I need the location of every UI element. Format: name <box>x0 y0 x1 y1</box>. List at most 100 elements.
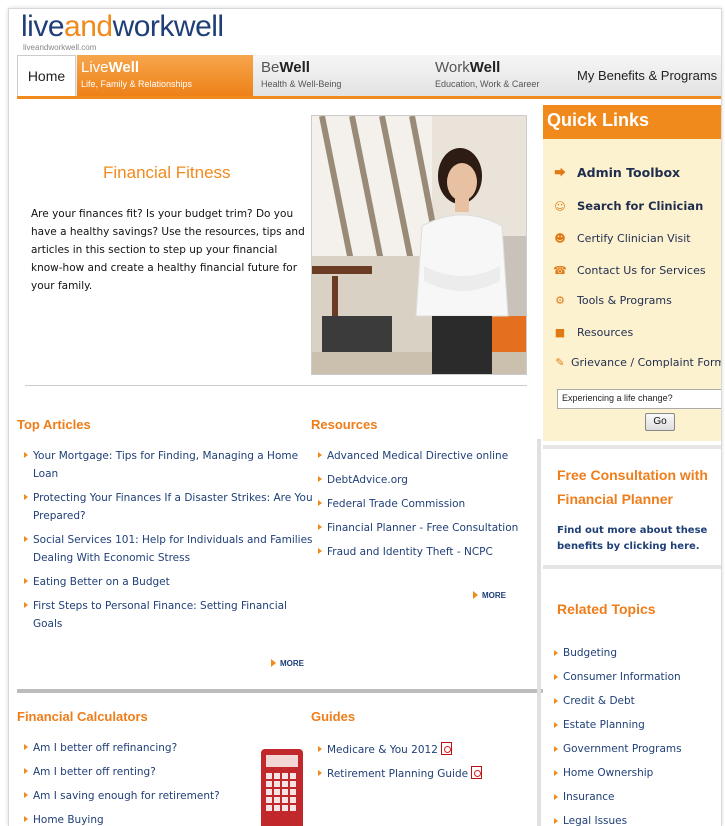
main-nav: Home LiveWell Life, Family & Relationshi… <box>17 55 721 99</box>
nav-tab-workwell[interactable]: WorkWell Education, Work & Career <box>431 55 571 96</box>
logo-part-workwell: workwell <box>112 10 225 43</box>
nav-livewell-title: LiveWell <box>81 59 253 77</box>
resources-list: Advanced Medical Directive online DebtAd… <box>317 447 543 561</box>
divider <box>311 385 527 386</box>
quick-link-certify-visit[interactable]: ☻ Certify Clinician Visit <box>551 229 691 247</box>
life-change-input[interactable]: Experiencing a life change? <box>557 389 721 409</box>
divider <box>25 385 311 386</box>
logo-part-live: live <box>21 10 65 43</box>
related-topics-list: Budgeting Consumer Information Credit & … <box>553 641 682 826</box>
folder-icon: ■ <box>554 325 566 339</box>
quick-link-admin-toolbox[interactable]: ⮕ Admin Toolbox <box>551 163 681 181</box>
guide-link-retirement[interactable]: Retirement Planning Guide <box>327 768 468 780</box>
quick-link-label: Admin Toolbox <box>577 164 681 180</box>
quick-link-label: Resources <box>577 325 634 339</box>
nav-tab-bewell[interactable]: BeWell Health & Well-Being <box>257 55 425 96</box>
list-item[interactable]: DebtAdvice.org <box>317 471 543 489</box>
nav-workwell-light: Work <box>435 59 470 76</box>
nav-bewell-light: Be <box>261 59 280 76</box>
nav-livewell-sub: Life, Family & Relationships <box>81 79 193 89</box>
nav-livewell-bold: Well <box>108 59 140 76</box>
list-item[interactable]: Government Programs <box>553 737 682 761</box>
calculators-list: Am I better off refinancing? Am I better… <box>23 739 253 826</box>
quick-link-resources[interactable]: ■ Resources <box>551 323 633 341</box>
list-item[interactable]: Home Buying <box>23 811 253 826</box>
guides-list: Medicare & You 2012 Retirement Planning … <box>317 741 537 783</box>
hero-text: Are your finances fit? Is your budget tr… <box>31 208 305 292</box>
list-item[interactable]: Social Services 101: Help for Individual… <box>23 531 317 567</box>
key-icon: ⮕ <box>554 166 566 179</box>
quick-link-label: Certify Clinician Visit <box>577 231 691 245</box>
list-item[interactable]: First Steps to Personal Finance: Setting… <box>23 597 317 633</box>
nav-bewell-title: BeWell <box>261 59 425 77</box>
logo-part-and: and <box>64 10 113 43</box>
top-articles-more-link[interactable]: MORE <box>271 659 304 668</box>
quick-link-label: Tools & Programs <box>577 293 672 307</box>
nav-home[interactable]: Home <box>17 55 76 96</box>
top-articles-list: Your Mortgage: Tips for Finding, Managin… <box>23 447 317 633</box>
pdf-icon <box>471 766 483 779</box>
nav-bewell-bold: Well <box>279 59 310 76</box>
divider <box>543 565 721 569</box>
quick-link-contact-us[interactable]: ☎ Contact Us for Services <box>551 261 706 279</box>
list-item[interactable]: Medicare & You 2012 <box>317 741 537 759</box>
quick-link-label: Grievance / Complaint Form <box>571 355 722 369</box>
guides-title: Guides <box>311 709 356 724</box>
nav-bewell-sub: Health & Well-Being <box>261 79 342 89</box>
list-item[interactable]: Am I better off refinancing? <box>23 739 253 757</box>
guide-link-medicare[interactable]: Medicare & You 2012 <box>327 744 438 756</box>
hero-photo <box>311 115 527 375</box>
list-item[interactable]: Your Mortgage: Tips for Finding, Managin… <box>23 447 317 483</box>
financial-calculators-title: Financial Calculators <box>17 709 148 724</box>
list-item[interactable]: Estate Planning <box>553 713 682 737</box>
resources-title: Resources <box>311 417 378 432</box>
go-button[interactable]: Go <box>645 413 675 431</box>
quick-link-label: Search for Clinician <box>577 199 704 213</box>
list-item[interactable]: Legal Issues <box>553 809 682 826</box>
resources-more-link[interactable]: MORE <box>473 591 506 600</box>
nav-workwell-title: WorkWell <box>435 59 571 77</box>
list-item[interactable]: Protecting Your Finances If a Disaster S… <box>23 489 317 525</box>
list-item[interactable]: Eating Better on a Budget <box>23 573 317 591</box>
list-item[interactable]: Credit & Debt <box>553 689 682 713</box>
pen-icon: ✎ <box>555 355 565 369</box>
page-title: Financial Fitness <box>103 163 231 182</box>
page-frame: liveandworkwell liveandworkwell.com Home… <box>8 8 722 826</box>
nav-my-benefits[interactable]: My Benefits & Programs <box>577 55 717 96</box>
person-check-icon: ☻ <box>554 231 566 245</box>
list-item[interactable]: Insurance <box>553 785 682 809</box>
list-item[interactable]: Federal Trade Commission <box>317 495 543 513</box>
list-item[interactable]: Consumer Information <box>553 665 682 689</box>
quick-link-label: Contact Us for Services <box>577 263 706 277</box>
list-item[interactable]: Am I better off renting? <box>23 763 253 781</box>
pdf-icon <box>440 742 452 755</box>
quick-links-title: Quick Links <box>543 105 721 139</box>
free-consultation-title[interactable]: Free Consultation with Financial Planner <box>557 463 721 511</box>
site-logo[interactable]: liveandworkwell <box>21 9 224 45</box>
list-item[interactable]: Budgeting <box>553 641 682 665</box>
list-item[interactable]: Retirement Planning Guide <box>317 765 537 783</box>
list-item[interactable]: Fraud and Identity Theft - NCPC <box>317 543 543 561</box>
logo-url: liveandworkwell.com <box>23 43 97 52</box>
quick-link-grievance[interactable]: ✎ Grievance / Complaint Form <box>551 353 722 371</box>
list-item[interactable]: Advanced Medical Directive online <box>317 447 543 465</box>
calculator-icon <box>261 749 303 826</box>
top-articles-title: Top Articles <box>17 417 91 432</box>
section-separator <box>17 689 543 693</box>
list-item[interactable]: Am I saving enough for retirement? <box>23 787 253 805</box>
quick-link-tools-programs[interactable]: ⚙ Tools & Programs <box>551 291 672 309</box>
nav-livewell-light: Live <box>81 59 109 76</box>
quick-link-search-clinician[interactable]: ☺ Search for Clinician <box>551 197 703 215</box>
list-item[interactable]: Home Ownership <box>553 761 682 785</box>
nav-tab-livewell[interactable]: LiveWell Life, Family & Relationships <box>77 55 253 96</box>
people-icon: ☺ <box>554 199 566 213</box>
list-item[interactable]: Financial Planner - Free Consultation <box>317 519 543 537</box>
column-divider <box>537 439 541 826</box>
nav-workwell-bold: Well <box>469 59 501 76</box>
contact-icon: ☎ <box>553 263 567 277</box>
free-consultation-panel: Free Consultation with Financial Planner… <box>543 445 721 565</box>
related-topics-title: Related Topics <box>557 601 656 617</box>
right-sidebar: Quick Links ⮕ Admin Toolbox ☺ Search for C… <box>543 105 722 826</box>
nav-workwell-sub: Education, Work & Career <box>435 79 540 89</box>
free-consultation-link[interactable]: Find out more about these benefits by cl… <box>557 523 717 555</box>
